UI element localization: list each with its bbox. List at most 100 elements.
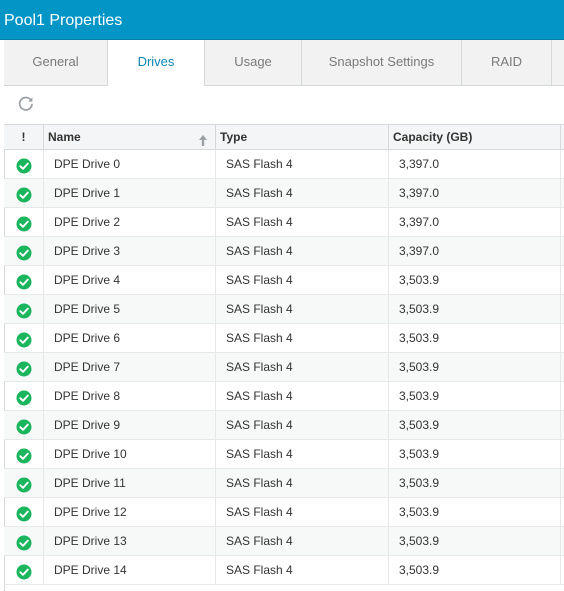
tab-usage[interactable]: Usage	[205, 40, 302, 85]
status-cell	[4, 295, 44, 323]
drive-name-cell: DPE Drive 11	[44, 469, 216, 497]
drive-type-cell: SAS Flash 4	[216, 469, 389, 497]
status-ok-icon	[16, 243, 32, 261]
status-cell	[4, 150, 44, 178]
window-title-bar: Pool1 Properties	[0, 0, 564, 40]
status-ok-icon	[16, 533, 32, 551]
status-ok-icon	[16, 388, 32, 406]
drive-capacity-cell: 3,503.9	[389, 498, 561, 526]
drive-type-cell: SAS Flash 4	[216, 411, 389, 439]
sort-ascending-icon	[198, 131, 208, 146]
table-row[interactable]: DPE Drive 8 SAS Flash 4 3,503.9	[4, 382, 564, 411]
drive-name-cell: DPE Drive 5	[44, 295, 216, 323]
table-row[interactable]: DPE Drive 13 SAS Flash 4 3,503.9	[4, 527, 564, 556]
drive-name-cell: DPE Drive 12	[44, 498, 216, 526]
drive-type-cell: SAS Flash 4	[216, 179, 389, 207]
drive-capacity-cell: 3,503.9	[389, 556, 561, 584]
table-row[interactable]: DPE Drive 4 SAS Flash 4 3,503.9	[4, 266, 564, 295]
table-row[interactable]: DPE Drive 11 SAS Flash 4 3,503.9	[4, 469, 564, 498]
drive-name-cell: DPE Drive 3	[44, 237, 216, 265]
drive-capacity-cell: 3,503.9	[389, 295, 561, 323]
drive-capacity-cell: 3,397.0	[389, 179, 561, 207]
drive-name-cell: DPE Drive 13	[44, 527, 216, 555]
drive-capacity-cell: 3,503.9	[389, 382, 561, 410]
drive-type-cell: SAS Flash 4	[216, 266, 389, 294]
table-body: DPE Drive 0 SAS Flash 4 3,397.0 DPE Drive 1…	[4, 150, 564, 585]
drive-type-cell: SAS Flash 4	[216, 237, 389, 265]
table-row[interactable]: DPE Drive 10 SAS Flash 4 3,503.9	[4, 440, 564, 469]
drive-type-cell: SAS Flash 4	[216, 208, 389, 236]
table-row[interactable]: DPE Drive 0 SAS Flash 4 3,397.0	[4, 150, 564, 179]
drive-capacity-cell: 3,503.9	[389, 469, 561, 497]
drive-capacity-cell: 3,397.0	[389, 150, 561, 178]
status-cell	[4, 382, 44, 410]
table-row[interactable]: DPE Drive 6 SAS Flash 4 3,503.9	[4, 324, 564, 353]
status-cell	[4, 440, 44, 468]
toolbar	[4, 86, 564, 124]
status-cell	[4, 353, 44, 381]
status-cell	[4, 411, 44, 439]
status-cell	[4, 208, 44, 236]
drive-capacity-cell: 3,397.0	[389, 208, 561, 236]
tab-general[interactable]: General	[4, 40, 108, 85]
status-cell	[4, 527, 44, 555]
drive-name-cell: DPE Drive 14	[44, 556, 216, 584]
status-ok-icon	[16, 417, 32, 435]
drive-name-cell: DPE Drive 0	[44, 150, 216, 178]
status-ok-icon	[16, 562, 32, 580]
status-cell	[4, 556, 44, 584]
status-ok-icon	[16, 446, 32, 464]
column-header-capacity[interactable]: Capacity (GB)	[389, 125, 561, 150]
column-header-status[interactable]: !	[4, 125, 44, 150]
column-header-name[interactable]: Name	[44, 125, 216, 150]
table-row[interactable]: DPE Drive 5 SAS Flash 4 3,503.9	[4, 295, 564, 324]
drive-type-cell: SAS Flash 4	[216, 527, 389, 555]
status-cell	[4, 498, 44, 526]
table-row[interactable]: DPE Drive 3 SAS Flash 4 3,397.0	[4, 237, 564, 266]
table-row[interactable]: DPE Drive 1 SAS Flash 4 3,397.0	[4, 179, 564, 208]
table-row[interactable]: DPE Drive 12 SAS Flash 4 3,503.9	[4, 498, 564, 527]
tab-drives[interactable]: Drives	[108, 40, 205, 86]
drive-name-cell: DPE Drive 7	[44, 353, 216, 381]
drive-type-cell: SAS Flash 4	[216, 382, 389, 410]
tab-raid[interactable]: RAID	[462, 40, 552, 85]
tab-snapshot-settings[interactable]: Snapshot Settings	[302, 40, 462, 85]
drive-capacity-cell: 3,503.9	[389, 353, 561, 381]
table-row[interactable]: DPE Drive 2 SAS Flash 4 3,397.0	[4, 208, 564, 237]
drive-capacity-cell: 3,503.9	[389, 411, 561, 439]
status-ok-icon	[16, 475, 32, 493]
column-header-type[interactable]: Type	[216, 125, 389, 150]
drive-capacity-cell: 3,397.0	[389, 237, 561, 265]
table-row[interactable]: DPE Drive 9 SAS Flash 4 3,503.9	[4, 411, 564, 440]
status-cell	[4, 266, 44, 294]
drive-name-cell: DPE Drive 9	[44, 411, 216, 439]
status-cell	[4, 469, 44, 497]
status-ok-icon	[16, 156, 32, 174]
status-ok-icon	[16, 272, 32, 290]
drive-type-cell: SAS Flash 4	[216, 295, 389, 323]
status-cell	[4, 179, 44, 207]
drive-type-cell: SAS Flash 4	[216, 440, 389, 468]
tab-bar: General Drives Usage Snapshot Settings R…	[4, 40, 564, 86]
drive-type-cell: SAS Flash 4	[216, 556, 389, 584]
drive-type-cell: SAS Flash 4	[216, 353, 389, 381]
drive-capacity-cell: 3,503.9	[389, 527, 561, 555]
status-ok-icon	[16, 185, 32, 203]
drive-type-cell: SAS Flash 4	[216, 324, 389, 352]
status-cell	[4, 324, 44, 352]
drive-name-cell: DPE Drive 8	[44, 382, 216, 410]
drive-name-cell: DPE Drive 10	[44, 440, 216, 468]
refresh-icon[interactable]	[17, 95, 35, 113]
drive-type-cell: SAS Flash 4	[216, 150, 389, 178]
status-ok-icon	[16, 214, 32, 232]
drive-name-cell: DPE Drive 2	[44, 208, 216, 236]
status-ok-icon	[16, 359, 32, 377]
table-header: ! Name Type Capacity (GB)	[4, 125, 564, 150]
table-row[interactable]: DPE Drive 7 SAS Flash 4 3,503.9	[4, 353, 564, 382]
drive-name-cell: DPE Drive 1	[44, 179, 216, 207]
drive-capacity-cell: 3,503.9	[389, 266, 561, 294]
drive-capacity-cell: 3,503.9	[389, 440, 561, 468]
table-row[interactable]: DPE Drive 14 SAS Flash 4 3,503.9	[4, 556, 564, 585]
drive-capacity-cell: 3,503.9	[389, 324, 561, 352]
drive-name-cell: DPE Drive 6	[44, 324, 216, 352]
